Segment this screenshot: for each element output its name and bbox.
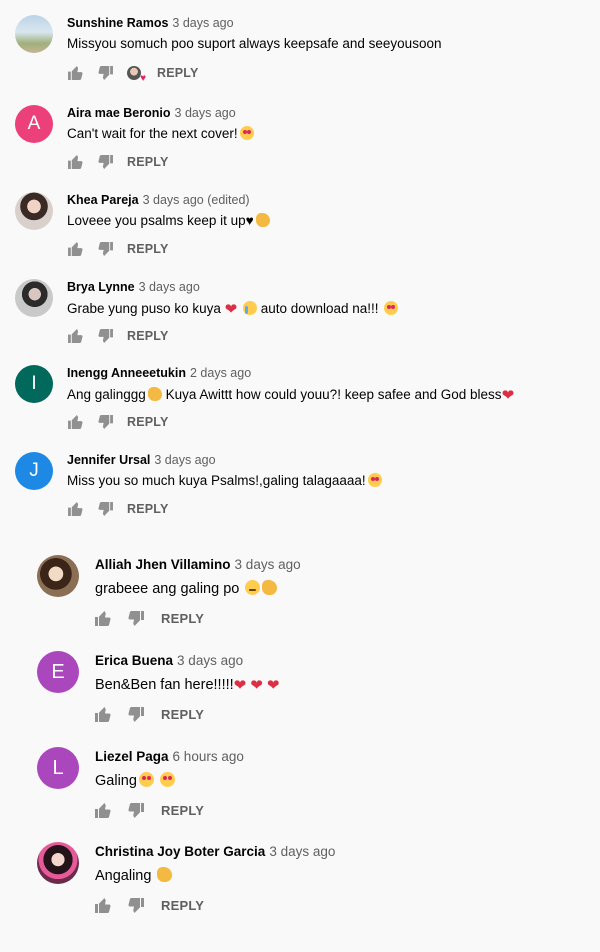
comment-time[interactable]: 3 days ago (172, 16, 233, 30)
reply-button[interactable]: REPLY (161, 707, 204, 722)
thumbs-up-icon[interactable] (67, 501, 83, 517)
comment-actions: REPLY (95, 610, 204, 626)
thumbs-up-icon[interactable] (67, 328, 83, 344)
thumbs-down-icon[interactable] (97, 501, 113, 517)
red-heart-emoji: ❤ (501, 387, 515, 404)
thumbs-up-icon[interactable] (95, 706, 111, 722)
comment-time[interactable]: 6 hours ago (173, 749, 244, 764)
comment-actions: REPLY (95, 706, 204, 722)
comment-author[interactable]: Brya Lynne (67, 280, 135, 294)
comment-time[interactable]: 3 days ago (154, 453, 215, 467)
reply-button[interactable]: REPLY (161, 803, 204, 818)
comment-author[interactable]: Jennifer Ursal (67, 453, 150, 467)
comment-text: Missyou somuch poo suport always keepsaf… (67, 36, 442, 51)
thumbs-down-icon[interactable] (97, 241, 113, 257)
clap-emoji (157, 867, 173, 882)
reply-button[interactable]: REPLY (127, 242, 169, 256)
heart-eyes-emoji (159, 772, 175, 787)
thumbs-down-icon[interactable] (97, 328, 113, 344)
thumbs-up-icon[interactable] (67, 154, 83, 170)
avatar[interactable]: A (15, 105, 53, 143)
reply-button[interactable]: REPLY (127, 502, 169, 516)
thumbs-down-icon[interactable] (97, 414, 113, 430)
comment-actions: REPLY (67, 241, 169, 257)
reply-button[interactable]: REPLY (161, 898, 204, 913)
red-heart-emoji: ❤ (224, 301, 238, 318)
pensive-emoji (245, 580, 261, 595)
reply-button[interactable]: REPLY (161, 611, 204, 626)
comment-author[interactable]: Erica Buena (95, 653, 173, 668)
reply-button[interactable]: REPLY (157, 66, 199, 80)
reply-button[interactable]: REPLY (127, 329, 169, 343)
comment-text: Grabe yung puso ko kuya ❤ auto download … (67, 300, 399, 318)
comment-actions: REPLY (67, 414, 169, 430)
comment-author[interactable]: Christina Joy Boter Garcia (95, 844, 265, 859)
comment-actions: REPLY (67, 501, 169, 517)
comment-author[interactable]: Khea Pareja (67, 193, 139, 207)
comment-text: Loveee you psalms keep it up♥ (67, 213, 270, 228)
avatar[interactable]: L (37, 747, 79, 789)
comment-time[interactable]: 2 days ago (190, 366, 251, 380)
comment-author[interactable]: Liezel Paga (95, 749, 169, 764)
avatar[interactable] (15, 279, 53, 317)
comment-text: Can't wait for the next cover! (67, 126, 254, 141)
red-heart-emoji: ❤ (250, 677, 263, 694)
thumbs-up-icon[interactable] (95, 610, 111, 626)
thumbs-up-icon[interactable] (67, 65, 83, 81)
avatar[interactable]: I (15, 365, 53, 403)
comment-time[interactable]: 3 days ago (235, 557, 301, 572)
comment-author[interactable]: Inengg Anneeetukin (67, 366, 186, 380)
fist-emoji (262, 580, 278, 595)
thumbs-down-icon[interactable] (128, 610, 144, 626)
thumbs-down-icon[interactable] (128, 897, 144, 913)
avatar[interactable] (37, 555, 79, 597)
thumbs-up-icon[interactable] (67, 414, 83, 430)
clap-emoji (255, 213, 270, 227)
comment-actions: REPLY (67, 328, 169, 344)
reply-button[interactable]: REPLY (127, 155, 169, 169)
comment-text: grabeee ang galing po (95, 580, 278, 597)
avatar[interactable] (15, 192, 53, 230)
comment-actions: REPLY (95, 802, 204, 818)
avatar[interactable] (37, 842, 79, 884)
comment-text: Ben&Ben fan here!!!!!❤ ❤ ❤ (95, 677, 280, 694)
reply-button[interactable]: REPLY (127, 415, 169, 429)
crying-emoji (242, 301, 257, 315)
comment-time[interactable]: 3 days ago (177, 653, 243, 668)
comment-actions: REPLY (67, 154, 169, 170)
red-heart-emoji: ❤ (233, 677, 247, 694)
comment-author[interactable]: Alliah Jhen Villamino (95, 557, 231, 572)
smiling-hearts-emoji (384, 301, 399, 315)
comment-actions: REPLY (95, 897, 204, 913)
comment-time[interactable]: 3 days ago (175, 106, 236, 120)
heart-eyes-emoji (367, 473, 382, 487)
avatar[interactable] (15, 15, 53, 53)
avatar[interactable]: E (37, 651, 79, 693)
avatar[interactable]: J (15, 452, 53, 490)
heart-eyes-emoji (239, 126, 254, 140)
thumbs-down-icon[interactable] (128, 706, 144, 722)
comment-text: Miss you so much kuya Psalms!,galing tal… (67, 473, 382, 488)
comment-text: Angaling (95, 867, 173, 884)
thumbs-up-icon[interactable] (95, 802, 111, 818)
red-heart-emoji: ❤ (266, 677, 280, 694)
thumbs-down-icon[interactable] (128, 802, 144, 818)
heart-eyes-emoji (138, 772, 154, 787)
clap-emoji (147, 387, 162, 401)
creator-heart-icon: ♥ (127, 66, 146, 84)
thumbs-up-icon[interactable] (67, 241, 83, 257)
comment-text: Galing (95, 772, 175, 789)
comment-text: Ang galinggg Kuya Awittt how could youu?… (67, 387, 515, 404)
thumbs-up-icon[interactable] (95, 897, 111, 913)
comment-time[interactable]: 3 days ago (139, 280, 200, 294)
thumbs-down-icon[interactable] (97, 154, 113, 170)
comment-actions: ♥ REPLY (67, 65, 199, 84)
comment-time[interactable]: 3 days ago (edited) (143, 193, 250, 207)
comment-time[interactable]: 3 days ago (269, 844, 335, 859)
comment-author[interactable]: Aira mae Beronio (67, 106, 171, 120)
thumbs-down-icon[interactable] (97, 65, 113, 81)
comment-author[interactable]: Sunshine Ramos (67, 16, 168, 30)
